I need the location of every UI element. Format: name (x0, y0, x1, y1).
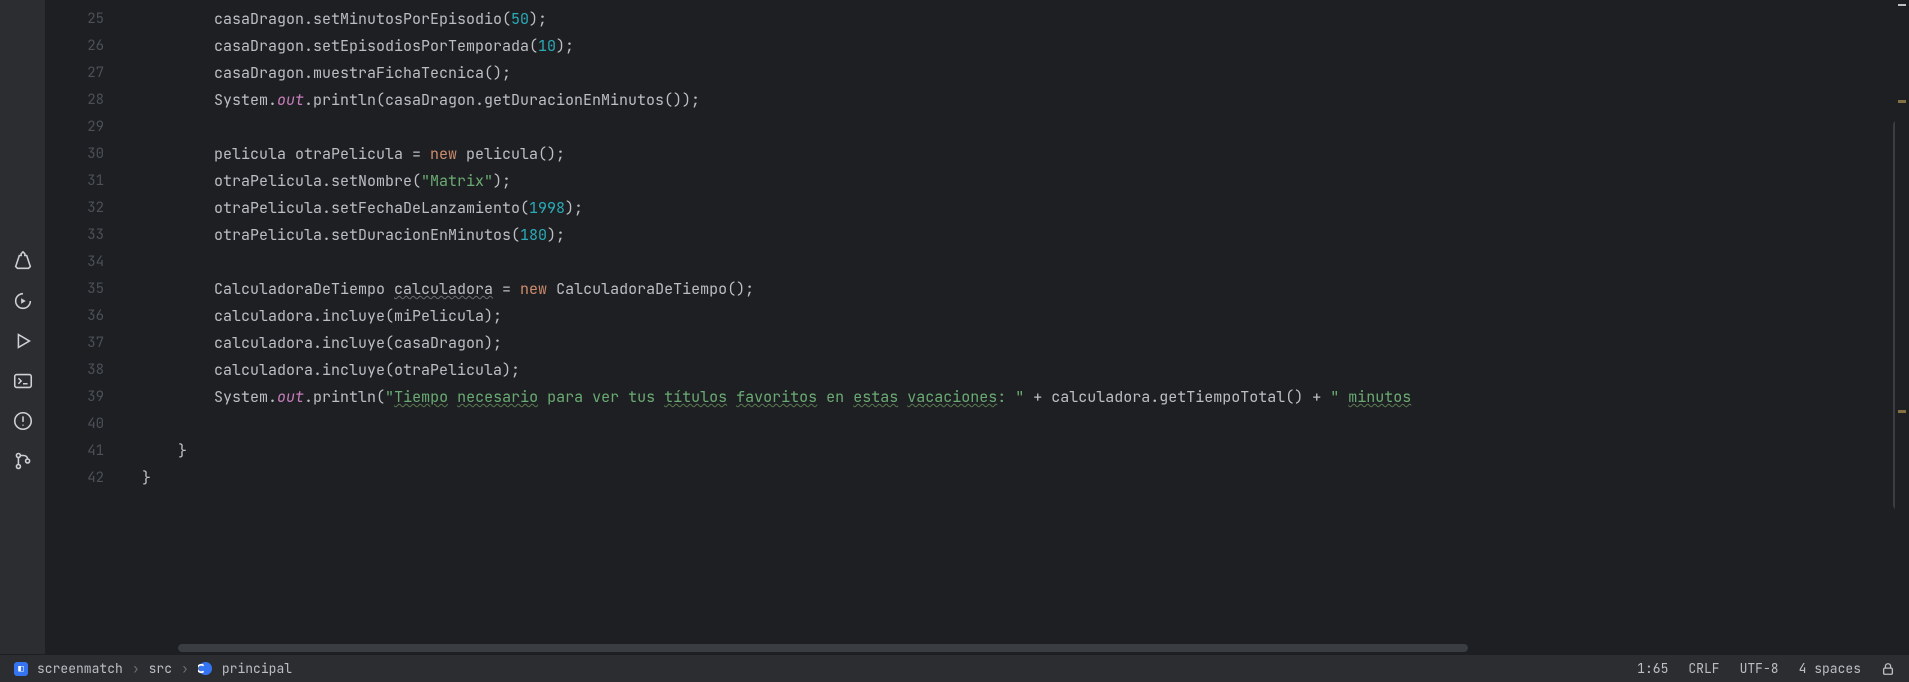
crumb-src[interactable]: src (149, 660, 172, 677)
lock-icon[interactable] (1881, 662, 1895, 676)
chevron-right-icon: › (181, 660, 189, 677)
problems-icon[interactable] (12, 410, 34, 432)
file-encoding[interactable]: UTF-8 (1740, 660, 1779, 677)
breadcrumb[interactable]: ◧ screenmatch › src › principal (14, 660, 292, 677)
tool-sidebar (0, 0, 46, 654)
code-area[interactable]: 252627282930313233343536373839404142 cas… (46, 0, 1909, 642)
marker-strip[interactable] (1895, 0, 1909, 642)
cursor-position[interactable]: 1:65 (1637, 660, 1668, 677)
line-separator[interactable]: CRLF (1688, 660, 1719, 677)
gutter: 252627282930313233343536373839404142 (46, 0, 132, 642)
run-config-icon[interactable] (12, 290, 34, 312)
editor: 252627282930313233343536373839404142 cas… (46, 0, 1909, 654)
class-icon (198, 661, 213, 676)
indent-setting[interactable]: 4 spaces (1799, 660, 1861, 677)
scrollbar-horizontal[interactable] (46, 642, 1909, 654)
vcs-icon[interactable] (12, 450, 34, 472)
crumb-file[interactable]: principal (222, 660, 292, 677)
chevron-right-icon: › (132, 660, 140, 677)
run-icon[interactable] (12, 330, 34, 352)
module-icon: ◧ (14, 662, 28, 676)
status-bar: ◧ screenmatch › src › principal 1:65 CRL… (0, 654, 1909, 682)
crumb-project[interactable]: screenmatch (37, 660, 123, 677)
terminal-icon[interactable] (12, 370, 34, 392)
code-content[interactable]: casaDragon.setMinutosPorEpisodio(50); ca… (132, 0, 1895, 642)
build-icon[interactable] (12, 250, 34, 272)
